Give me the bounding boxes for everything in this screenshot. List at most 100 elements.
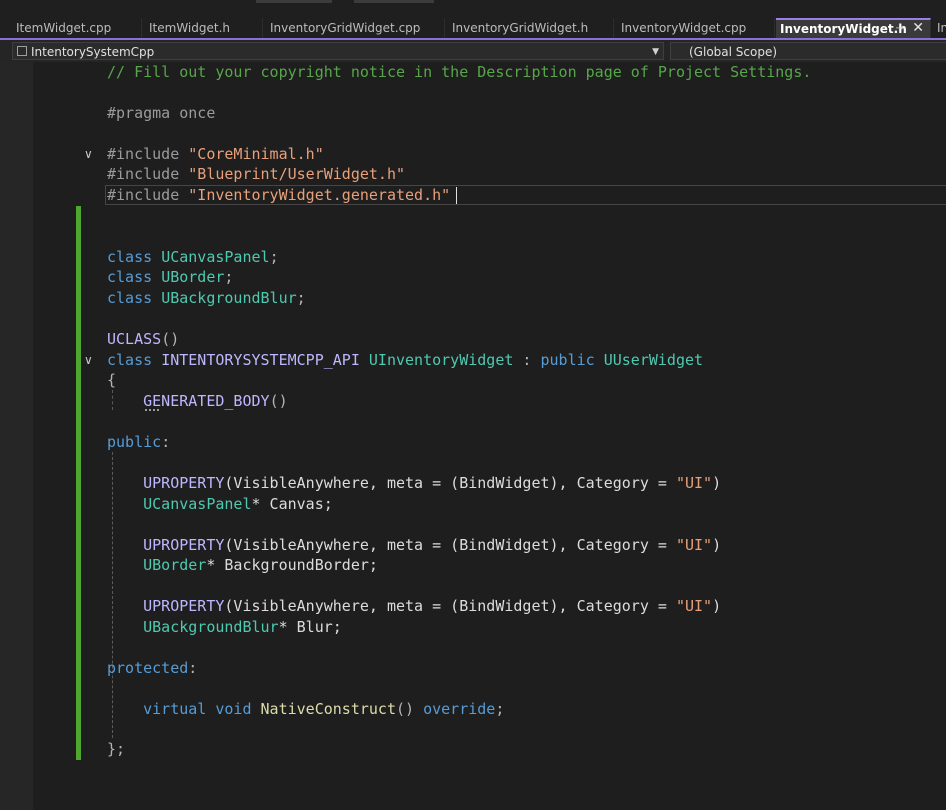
code-line-6: #include "Blueprint/UserWidget.h" — [107, 164, 405, 184]
string: "UI" — [675, 536, 713, 554]
type-name: UBackgroundBlur — [161, 289, 297, 307]
code-line-28: UBackgroundBlur* Blur; — [107, 617, 342, 637]
pin-icon[interactable]: ⊸ — [896, 20, 904, 38]
change-indicator — [76, 206, 81, 760]
fold-chevron-icon[interactable]: ∨ — [84, 353, 96, 367]
punctuation: ) — [712, 536, 722, 554]
type-name: UUserWidget — [603, 351, 704, 369]
function-name: NativeConstruct — [260, 700, 396, 718]
keyword: class — [107, 289, 153, 307]
include-directive: #include — [107, 145, 180, 163]
member-variable: * BackgroundBorder; — [206, 556, 378, 574]
tab-label: InventoryGridWidget.cpp — [270, 21, 421, 35]
string: "UI" — [675, 474, 713, 492]
code-line-24: UPROPERTY(VisibleAnywhere, meta = (BindW… — [107, 535, 721, 555]
tab-itemwidget-h[interactable]: ItemWidget.h — [145, 18, 263, 38]
text-caret — [456, 187, 457, 204]
tab-inventorywidget-cpp[interactable]: InventoryWidget.cpp — [617, 18, 775, 38]
code-line-34: }; — [107, 739, 125, 759]
macro-args: (VisibleAnywhere, meta = (BindWidget), C… — [224, 474, 676, 492]
code-line-30: protected: — [107, 658, 197, 678]
tab-label: InventoryWidget.h — [780, 22, 907, 36]
access-specifier: public — [107, 433, 162, 451]
tab-label: In — [937, 21, 946, 35]
class-name: UInventoryWidget — [368, 351, 514, 369]
keyword: void — [215, 700, 252, 718]
code-line-19: public: — [107, 432, 170, 452]
keyword: class — [107, 351, 153, 369]
keyword: virtual — [143, 700, 207, 718]
code-line-12: class UBackgroundBlur; — [107, 288, 306, 308]
code-line-11: class UBorder; — [107, 267, 233, 287]
punctuation: : — [188, 659, 198, 677]
code-editor[interactable]: ∨ ∨ // Fill out your copyright notice in… — [0, 62, 946, 810]
punctuation: ; — [495, 700, 505, 718]
document-tab-bar: ItemWidget.cpp ItemWidget.h InventoryGri… — [0, 18, 946, 39]
code-line-7: #include "InventoryWidget.generated.h" — [107, 185, 450, 205]
keyword: public — [540, 351, 595, 369]
punctuation: ; — [296, 289, 306, 307]
glyph-margin — [0, 62, 33, 810]
tab-label: ItemWidget.cpp — [16, 21, 112, 35]
project-dropdown[interactable]: IntentorySystemCpp ▼ — [12, 42, 664, 60]
macro-args: (VisibleAnywhere, meta = (BindWidget), C… — [224, 597, 676, 615]
macro: UCLASS — [107, 330, 162, 348]
code-line-32: virtual void NativeConstruct() override; — [107, 699, 504, 719]
include-path: "CoreMinimal.h" — [188, 145, 324, 163]
toolbar-fragment — [354, 0, 434, 3]
code-line-25: UBorder* BackgroundBorder; — [107, 555, 378, 575]
close-icon[interactable]: ✕ — [912, 20, 924, 37]
comment: // Fill out your copyright notice in the… — [107, 63, 812, 81]
include-path: "InventoryWidget.generated.h" — [188, 186, 451, 204]
scope-dropdown[interactable]: (Global Scope) — [670, 42, 946, 60]
punctuation: }; — [107, 740, 126, 758]
string: "UI" — [675, 597, 713, 615]
include-path: "Blueprint/UserWidget.h" — [188, 165, 406, 183]
tab-label: InventoryWidget.cpp — [621, 21, 747, 35]
type-name: UCanvasPanel — [161, 248, 270, 266]
tab-itemwidget-cpp[interactable]: ItemWidget.cpp — [12, 18, 142, 38]
keyword: override — [423, 700, 496, 718]
punctuation: ) — [712, 474, 722, 492]
tab-inventorygridwidget-h[interactable]: InventoryGridWidget.h — [448, 18, 614, 38]
include-directive: #include — [107, 186, 180, 204]
punctuation: ; — [269, 248, 279, 266]
code-line-27: UPROPERTY(VisibleAnywhere, meta = (BindW… — [107, 596, 721, 616]
punctuation: () — [161, 330, 180, 348]
macro-args: (VisibleAnywhere, meta = (BindWidget), C… — [224, 536, 676, 554]
tab-label: ItemWidget.h — [149, 21, 230, 35]
type-name: UBackgroundBlur — [143, 618, 279, 636]
code-line-3: #pragma once — [107, 103, 215, 123]
code-line-1: // Fill out your copyright notice in the… — [107, 62, 811, 82]
type-name: UBorder — [143, 556, 207, 574]
access-specifier: protected — [107, 659, 189, 677]
keyword: class — [107, 268, 153, 286]
pragma: #pragma once — [107, 104, 216, 122]
code-line-16: { — [107, 370, 116, 390]
member-variable: * Canvas; — [251, 495, 333, 513]
toolbar-fragment — [256, 0, 332, 3]
code-line-21: UPROPERTY(VisibleAnywhere, meta = (BindW… — [107, 473, 721, 493]
punctuation: : — [513, 351, 541, 369]
macro: UPROPERTY — [143, 474, 225, 492]
punctuation: () — [396, 700, 415, 718]
tab-inventorygridwidget-cpp[interactable]: InventoryGridWidget.cpp — [266, 18, 445, 38]
code-line-5: #include "CoreMinimal.h" — [107, 144, 324, 164]
navigation-bar: IntentorySystemCpp ▼ (Global Scope) — [0, 40, 946, 62]
tab-inventorywidget-h[interactable]: InventoryWidget.h ⊸ ✕ — [776, 18, 931, 39]
project-name: IntentorySystemCpp — [31, 45, 155, 59]
code-line-15: class INTENTORYSYSTEMCPP_API UInventoryW… — [107, 350, 703, 370]
tab-label: InventoryGridWidget.h — [452, 21, 589, 35]
macro: UPROPERTY — [143, 597, 225, 615]
member-variable: * Blur; — [278, 618, 342, 636]
type-name: UCanvasPanel — [143, 495, 252, 513]
keyword: class — [107, 248, 153, 266]
punctuation: { — [107, 371, 117, 389]
code-line-14: UCLASS() — [107, 329, 179, 349]
type-name: UBorder — [161, 268, 225, 286]
tab-overflow[interactable]: In — [933, 18, 946, 38]
chevron-down-icon: ▼ — [652, 47, 659, 57]
punctuation: : — [161, 433, 171, 451]
fold-chevron-icon[interactable]: ∨ — [84, 147, 96, 161]
code-line-22: UCanvasPanel* Canvas; — [107, 494, 333, 514]
